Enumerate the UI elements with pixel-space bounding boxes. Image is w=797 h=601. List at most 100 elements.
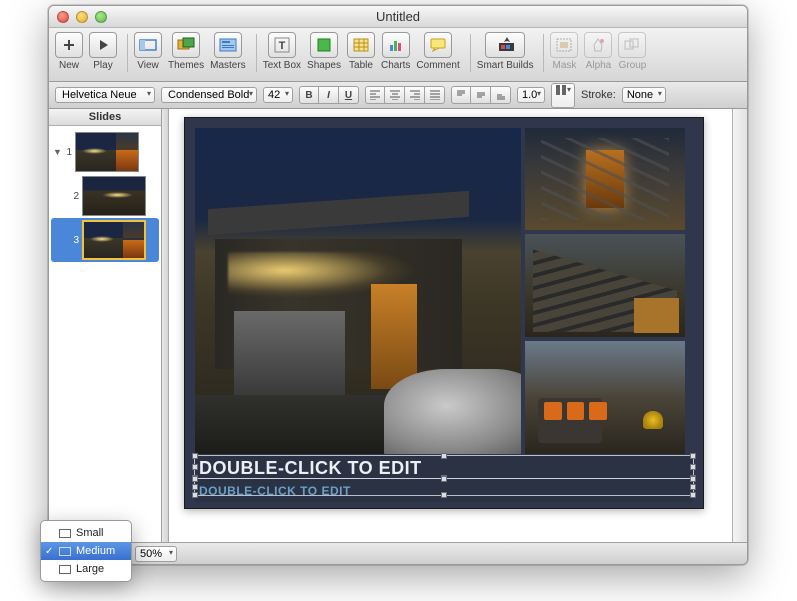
align-justify-icon xyxy=(426,86,444,104)
bottom-bar: ◀ ▶ 50% xyxy=(49,542,747,564)
valign-bottom-button[interactable] xyxy=(491,86,511,104)
vertical-scrollbar[interactable] xyxy=(732,109,747,542)
minimize-button[interactable] xyxy=(76,11,88,23)
splitter[interactable] xyxy=(162,109,169,542)
subtitle-textbox[interactable]: DOUBLE-CLICK TO EDIT xyxy=(195,480,693,502)
tool-smartbuilds[interactable]: Smart Builds xyxy=(477,32,534,71)
check-icon: ✓ xyxy=(45,546,53,557)
format-bar: Helvetica Neue Condensed Bold 42 B I U 1… xyxy=(49,82,747,109)
smartbuilds-icon xyxy=(496,36,514,54)
charts-icon xyxy=(387,36,405,54)
photo-mid-right[interactable] xyxy=(525,234,685,337)
tool-group: Group xyxy=(618,32,646,71)
slide-row[interactable]: 2 xyxy=(51,174,159,218)
align-justify-button[interactable] xyxy=(425,86,445,104)
align-left-icon xyxy=(366,86,384,104)
masters-icon xyxy=(219,36,237,54)
h-align-group xyxy=(365,86,445,104)
popup-item-small[interactable]: Small xyxy=(41,524,131,542)
photo-top-right[interactable] xyxy=(525,128,685,230)
tool-comment[interactable]: Comment xyxy=(416,32,459,71)
zoom-dropdown[interactable]: 50% xyxy=(135,546,177,562)
stroke-style-dropdown[interactable]: None xyxy=(622,87,666,103)
tool-masters[interactable]: Masters xyxy=(210,32,246,71)
thumbnail-icon xyxy=(59,529,71,538)
mask-icon xyxy=(555,36,573,54)
window-controls xyxy=(57,11,107,23)
window-title: Untitled xyxy=(49,9,747,24)
view-icon xyxy=(139,36,157,54)
photo-bottom-right[interactable] xyxy=(525,341,685,454)
slide-canvas[interactable]: DOUBLE-CLICK TO EDIT DOUBLE-CLICK TO EDI… xyxy=(184,117,704,509)
thumbnail-icon xyxy=(59,547,71,556)
comment-icon xyxy=(429,36,447,54)
popup-label: Small xyxy=(76,527,104,539)
popup-item-large[interactable]: Large xyxy=(41,560,131,578)
group-icon xyxy=(623,36,641,54)
slide-row[interactable]: ▼ 1 xyxy=(51,130,159,174)
separator xyxy=(470,34,471,72)
separator xyxy=(256,34,257,72)
align-left-button[interactable] xyxy=(365,86,385,104)
tool-shapes[interactable]: Shapes xyxy=(307,32,341,71)
canvas-area[interactable]: DOUBLE-CLICK TO EDIT DOUBLE-CLICK TO EDI… xyxy=(169,109,747,542)
tool-play[interactable]: Play xyxy=(89,32,117,71)
shapes-icon xyxy=(315,36,333,54)
text-style-group: B I U xyxy=(299,86,359,104)
columns-icon xyxy=(556,85,574,103)
font-dropdown[interactable]: Helvetica Neue xyxy=(55,87,155,103)
v-align-group xyxy=(451,86,511,104)
font-style-dropdown[interactable]: Condensed Bold xyxy=(161,87,257,103)
valign-bottom-icon xyxy=(492,86,510,104)
valign-top-button[interactable] xyxy=(451,86,471,104)
align-center-icon xyxy=(386,86,404,104)
slides-list[interactable]: ▼ 1 2 3 xyxy=(49,126,161,542)
align-center-button[interactable] xyxy=(385,86,405,104)
slide-thumbnail[interactable] xyxy=(82,220,146,260)
slide-row[interactable]: 3 xyxy=(51,218,159,262)
align-right-button[interactable] xyxy=(405,86,425,104)
svg-text:T: T xyxy=(278,40,285,52)
valign-middle-icon xyxy=(472,86,490,104)
sidebar: Slides ▼ 1 2 3 xyxy=(49,109,162,542)
valign-middle-button[interactable] xyxy=(471,86,491,104)
slide-thumbnail[interactable] xyxy=(75,132,139,172)
popup-item-medium[interactable]: ✓ Medium xyxy=(41,542,131,560)
textbox-icon: T xyxy=(273,36,291,54)
photo-main[interactable] xyxy=(195,128,521,454)
close-button[interactable] xyxy=(57,11,69,23)
font-size-dropdown[interactable]: 42 xyxy=(263,87,293,103)
stroke-label: Stroke: xyxy=(581,89,616,101)
tool-view[interactable]: View xyxy=(134,32,162,71)
tool-mask: Mask xyxy=(550,32,578,71)
underline-button[interactable]: U xyxy=(339,86,359,104)
tool-textbox[interactable]: T Text Box xyxy=(263,32,301,71)
title-placeholder: DOUBLE-CLICK TO EDIT xyxy=(199,458,422,478)
bold-button[interactable]: B xyxy=(299,86,319,104)
slide-number: 1 xyxy=(64,147,72,158)
tool-charts[interactable]: Charts xyxy=(381,32,410,71)
content-area: Slides ▼ 1 2 3 xyxy=(49,109,747,542)
slide-number: 3 xyxy=(71,235,79,246)
columns-dropdown[interactable] xyxy=(551,83,575,108)
separator xyxy=(127,34,128,72)
zoom-button[interactable] xyxy=(95,11,107,23)
subtitle-placeholder: DOUBLE-CLICK TO EDIT xyxy=(199,484,351,498)
title-textbox[interactable]: DOUBLE-CLICK TO EDIT xyxy=(195,456,693,481)
align-right-icon xyxy=(406,86,424,104)
line-spacing-dropdown[interactable]: 1.0 xyxy=(517,87,545,103)
plus-icon xyxy=(60,36,78,54)
titlebar[interactable]: Untitled xyxy=(49,6,747,28)
separator xyxy=(543,34,544,72)
tool-new[interactable]: New xyxy=(55,32,83,71)
tool-themes[interactable]: Themes xyxy=(168,32,204,71)
sidebar-title: Slides xyxy=(49,109,161,126)
italic-button[interactable]: I xyxy=(319,86,339,104)
tool-table[interactable]: Table xyxy=(347,32,375,71)
disclosure-triangle-icon[interactable]: ▼ xyxy=(53,147,61,157)
slide-thumbnail[interactable] xyxy=(82,176,146,216)
tool-alpha: Alpha xyxy=(584,32,612,71)
themes-icon xyxy=(177,36,195,54)
toolbar: New Play View Themes Masters T Text Box … xyxy=(49,28,747,82)
valign-top-icon xyxy=(452,86,470,104)
